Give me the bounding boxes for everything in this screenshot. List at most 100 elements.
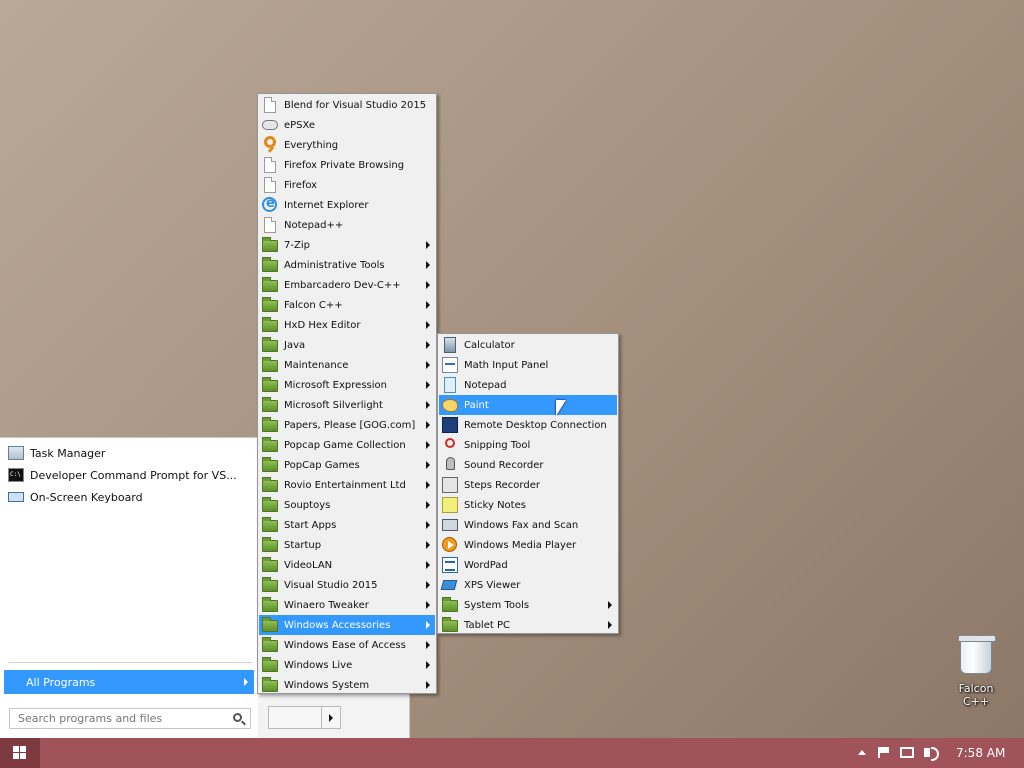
menu-item-microsoft-silverlight[interactable]: Microsoft Silverlight xyxy=(259,395,435,415)
menu-item-popcap-games[interactable]: PopCap Games xyxy=(259,455,435,475)
menu-item-java[interactable]: Java xyxy=(259,335,435,355)
submenu-arrow-icon xyxy=(426,681,430,689)
submenu-arrow-icon xyxy=(426,501,430,509)
menu-item-windows-fax-and-scan[interactable]: Windows Fax and Scan xyxy=(439,515,617,535)
menu-item-epsxe[interactable]: ePSXe xyxy=(259,115,435,135)
menu-item-label: Windows Media Player xyxy=(464,539,577,551)
all-programs-menu: Blend for Visual Studio 2015 ePSXe Everyth… xyxy=(257,93,437,694)
menu-item-snipping-tool[interactable]: Snipping Tool xyxy=(439,435,617,455)
menu-item-label: Notepad++ xyxy=(284,219,344,231)
menu-item-papers-please-gog-com[interactable]: Papers, Please [GOG.com] xyxy=(259,415,435,435)
recent-item-task-manager[interactable]: Task Manager xyxy=(0,442,258,464)
recycle-bin-icon xyxy=(958,635,996,674)
menu-item-videolan[interactable]: VideoLAN xyxy=(259,555,435,575)
menu-item-windows-live[interactable]: Windows Live xyxy=(259,655,435,675)
menu-item-label: ePSXe xyxy=(284,119,316,131)
menu-item-falcon-c[interactable]: Falcon C++ xyxy=(259,295,435,315)
menu-item-math-input-panel[interactable]: Math Input Panel xyxy=(439,355,617,375)
menu-item-remote-desktop-connection[interactable]: Remote Desktop Connection xyxy=(439,415,617,435)
menu-item-steps-recorder[interactable]: Steps Recorder xyxy=(439,475,617,495)
menu-item-everything[interactable]: Everything xyxy=(259,135,435,155)
recent-item-on-screen-keyboard[interactable]: On-Screen Keyboard xyxy=(0,486,258,508)
menu-item-sticky-notes[interactable]: Sticky Notes xyxy=(439,495,617,515)
menu-item-visual-studio-2015[interactable]: Visual Studio 2015 xyxy=(259,575,435,595)
menu-item-windows-accessories[interactable]: Windows Accessories xyxy=(259,615,435,635)
menu-item-label: Visual Studio 2015 xyxy=(284,579,378,591)
menu-item-calculator[interactable]: Calculator xyxy=(439,335,617,355)
menu-item-7-zip[interactable]: 7-Zip xyxy=(259,235,435,255)
action-center-flag-icon[interactable] xyxy=(878,747,890,758)
menu-item-windows-ease-of-access[interactable]: Windows Ease of Access xyxy=(259,635,435,655)
task-manager-icon xyxy=(8,446,24,460)
menu-item-label: Calculator xyxy=(464,339,515,351)
all-programs-button[interactable]: All Programs xyxy=(4,670,254,694)
mouse-cursor-icon xyxy=(556,400,566,416)
menu-item-system-tools[interactable]: System Tools xyxy=(439,595,617,615)
doc-icon xyxy=(264,177,276,193)
menu-item-label: Math Input Panel xyxy=(464,359,549,371)
menu-item-notepad[interactable]: Notepad++ xyxy=(259,215,435,235)
folder-icon xyxy=(442,597,458,612)
menu-item-xps-viewer[interactable]: XPS Viewer xyxy=(439,575,617,595)
folder-icon xyxy=(262,557,278,572)
desktop-icon-label: Falcon C++ xyxy=(958,682,994,708)
menu-item-internet-explorer[interactable]: Internet Explorer xyxy=(259,195,435,215)
menu-item-wordpad[interactable]: WordPad xyxy=(439,555,617,575)
menu-item-embarcadero-dev-c[interactable]: Embarcadero Dev-C++ xyxy=(259,275,435,295)
doc-icon xyxy=(264,97,276,113)
menu-item-tablet-pc[interactable]: Tablet PC xyxy=(439,615,617,635)
menu-item-label: Papers, Please [GOG.com] xyxy=(284,419,416,431)
submenu-arrow-icon xyxy=(426,381,430,389)
keyboard-icon xyxy=(8,492,24,502)
show-hidden-icons-icon[interactable] xyxy=(858,750,866,755)
taskbar: 7:58 AM xyxy=(0,738,1024,768)
menu-item-firefox-private-browsing[interactable]: Firefox Private Browsing xyxy=(259,155,435,175)
menu-item-hxd-hex-editor[interactable]: HxD Hex Editor xyxy=(259,315,435,335)
submenu-arrow-icon xyxy=(426,281,430,289)
menu-item-blend-for-visual-studio-2015[interactable]: Blend for Visual Studio 2015 xyxy=(259,95,435,115)
menu-item-label: Start Apps xyxy=(284,519,337,531)
menu-item-administrative-tools[interactable]: Administrative Tools xyxy=(259,255,435,275)
search-input[interactable]: Search programs and files xyxy=(9,708,251,729)
shut-down-button[interactable] xyxy=(268,706,322,729)
menu-item-label: Windows Live xyxy=(284,659,353,671)
submenu-arrow-icon xyxy=(426,321,430,329)
menu-item-label: Firefox xyxy=(284,179,318,191)
menu-item-sound-recorder[interactable]: Sound Recorder xyxy=(439,455,617,475)
desktop-icon-falcon-cpp[interactable]: Falcon C++ xyxy=(944,635,1008,708)
menu-item-label: 7-Zip xyxy=(284,239,310,251)
menu-item-souptoys[interactable]: Souptoys xyxy=(259,495,435,515)
menu-item-startup[interactable]: Startup xyxy=(259,535,435,555)
folder-icon xyxy=(262,497,278,512)
menu-item-label: Administrative Tools xyxy=(284,259,385,271)
menu-item-maintenance[interactable]: Maintenance xyxy=(259,355,435,375)
xps-icon xyxy=(440,580,458,590)
folder-icon xyxy=(262,437,278,452)
shut-down-options-button[interactable] xyxy=(321,706,341,729)
menu-item-label: Windows Ease of Access xyxy=(284,639,406,651)
folder-icon xyxy=(262,637,278,652)
menu-item-label: HxD Hex Editor xyxy=(284,319,361,331)
taskbar-clock[interactable]: 7:58 AM xyxy=(956,746,1005,760)
menu-item-notepad[interactable]: Notepad xyxy=(439,375,617,395)
folder-icon xyxy=(262,517,278,532)
volume-icon[interactable] xyxy=(924,747,939,761)
network-icon[interactable] xyxy=(900,747,914,758)
menu-item-windows-system[interactable]: Windows System xyxy=(259,675,435,695)
start-button[interactable] xyxy=(0,738,40,768)
submenu-arrow-icon xyxy=(426,441,430,449)
submenu-arrow-icon xyxy=(608,601,612,609)
folder-icon xyxy=(262,257,278,272)
menu-item-rovio-entertainment-ltd[interactable]: Rovio Entertainment Ltd xyxy=(259,475,435,495)
recent-programs-list: Task Manager C:\ Developer Command Promp… xyxy=(0,442,258,508)
menu-item-firefox[interactable]: Firefox xyxy=(259,175,435,195)
menu-item-label: Tablet PC xyxy=(464,619,510,631)
menu-item-microsoft-expression[interactable]: Microsoft Expression xyxy=(259,375,435,395)
menu-item-popcap-game-collection[interactable]: Popcap Game Collection xyxy=(259,435,435,455)
menu-item-paint[interactable]: Paint xyxy=(439,395,617,415)
menu-item-winaero-tweaker[interactable]: Winaero Tweaker xyxy=(259,595,435,615)
menu-item-windows-media-player[interactable]: Windows Media Player xyxy=(439,535,617,555)
menu-item-label: Sound Recorder xyxy=(464,459,544,471)
recent-item-developer-command-prompt[interactable]: C:\ Developer Command Prompt for VS... xyxy=(0,464,258,486)
menu-item-start-apps[interactable]: Start Apps xyxy=(259,515,435,535)
